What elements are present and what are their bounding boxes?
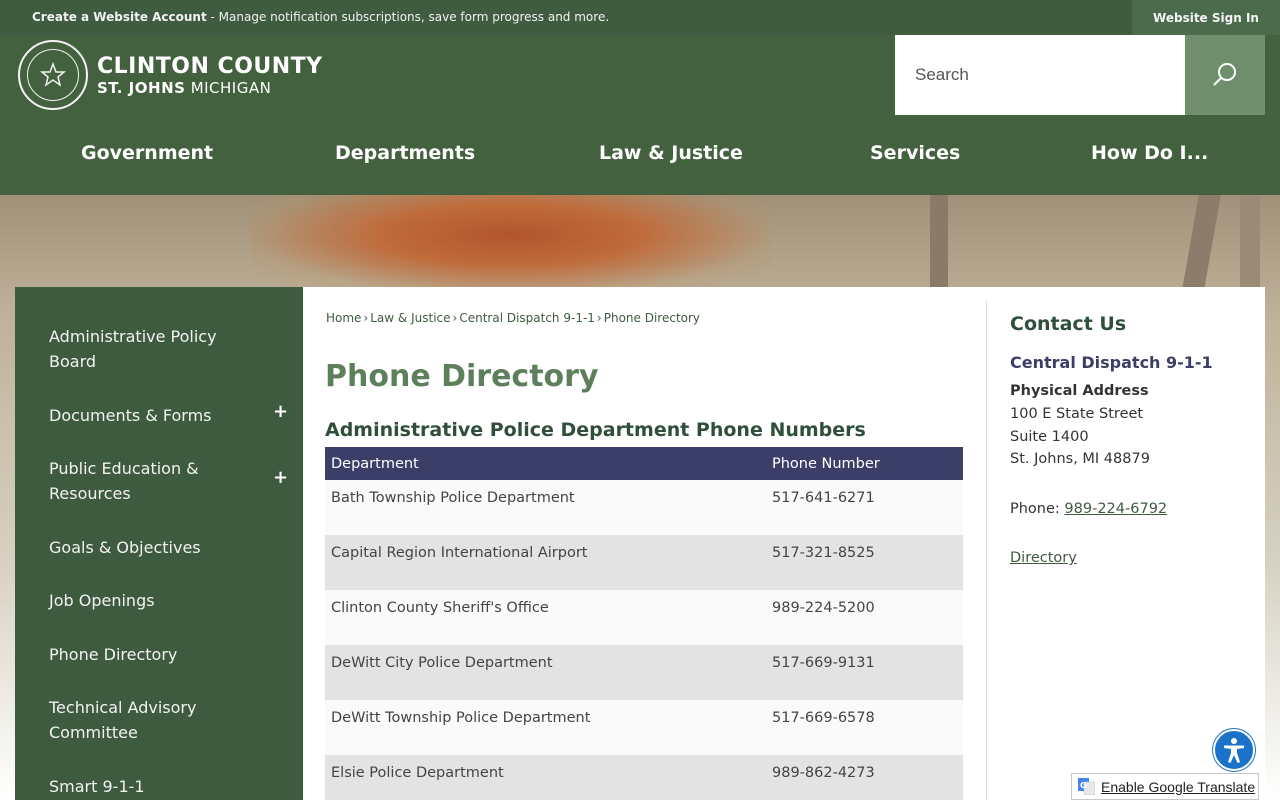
accessibility-icon bbox=[1224, 738, 1244, 763]
department-cell: Bath Township Police Department bbox=[325, 480, 766, 535]
contact-title: Contact Us bbox=[1010, 313, 1127, 335]
tree-trunk bbox=[1181, 195, 1221, 295]
nav-how-do-i[interactable]: How Do I... bbox=[1091, 142, 1208, 164]
address-line: St. Johns, MI 48879 bbox=[1010, 451, 1150, 467]
directory-link[interactable]: Directory bbox=[1010, 550, 1077, 566]
expand-icon[interactable]: + bbox=[273, 401, 288, 422]
phone-line: Phone: 989-224-6792 bbox=[1010, 501, 1167, 517]
seal-emblem bbox=[27, 49, 79, 101]
create-account-label[interactable]: Create a Website Account bbox=[32, 10, 207, 24]
contact-organization: Central Dispatch 9-1-1 bbox=[1010, 353, 1213, 372]
county-name: CLINTON COUNTY bbox=[97, 54, 323, 79]
table-row: Elsie Police Department 989-862-4273 bbox=[325, 755, 963, 800]
breadcrumb-separator: › bbox=[596, 311, 602, 325]
phone-cell: 989-224-5200 bbox=[766, 590, 963, 645]
svg-text:G: G bbox=[1080, 781, 1087, 790]
top-bar: Create a Website Account - Manage notifi… bbox=[0, 0, 1280, 35]
department-cell: DeWitt City Police Department bbox=[325, 645, 766, 700]
accessibility-button[interactable] bbox=[1213, 729, 1255, 771]
sidebar-item-administrative-policy-board[interactable]: Administrative Policy Board bbox=[49, 324, 249, 374]
breadcrumb-home[interactable]: Home bbox=[326, 311, 361, 325]
table-row: Bath Township Police Department 517-641-… bbox=[325, 480, 963, 535]
site-header: CLINTON COUNTY ST. JOHNS MICHIGAN Govern… bbox=[0, 35, 1280, 195]
google-translate-icon: G bbox=[1078, 778, 1096, 796]
directory-line: Directory bbox=[1010, 550, 1077, 566]
tree-trunk bbox=[930, 195, 948, 295]
sidebar-item-documents-forms[interactable]: Documents & Forms bbox=[49, 403, 249, 428]
address-line: Suite 1400 bbox=[1010, 429, 1089, 445]
page-title: Phone Directory bbox=[325, 359, 599, 394]
translate-label: Enable Google Translate bbox=[1101, 778, 1256, 795]
table-row: DeWitt Township Police Department 517-66… bbox=[325, 700, 963, 755]
city-name: ST. JOHNS bbox=[97, 79, 186, 97]
sidebar-item-public-education-resources[interactable]: Public Education & Resources bbox=[49, 456, 249, 506]
department-cell: Elsie Police Department bbox=[325, 755, 766, 800]
department-cell: DeWitt Township Police Department bbox=[325, 700, 766, 755]
column-header-department: Department bbox=[325, 447, 766, 480]
search-button[interactable] bbox=[1185, 35, 1265, 115]
nav-law-justice[interactable]: Law & Justice bbox=[599, 142, 743, 164]
department-cell: Clinton County Sheriff's Office bbox=[325, 590, 766, 645]
section-heading: Administrative Police Department Phone N… bbox=[325, 419, 866, 441]
sidebar-item-goals-objectives[interactable]: Goals & Objectives bbox=[49, 535, 249, 560]
main-nav: Government Departments Law & Justice Ser… bbox=[0, 120, 1280, 190]
state-name: MICHIGAN bbox=[185, 79, 272, 97]
phone-cell: 517-669-9131 bbox=[766, 645, 963, 700]
create-account-link[interactable]: Create a Website Account - Manage notifi… bbox=[32, 10, 609, 24]
create-account-description: - Manage notification subscriptions, sav… bbox=[206, 10, 610, 24]
sidebar-item-job-openings[interactable]: Job Openings bbox=[49, 588, 249, 613]
breadcrumb-separator: › bbox=[363, 311, 369, 325]
site-logo[interactable]: CLINTON COUNTY ST. JOHNS MICHIGAN bbox=[97, 54, 323, 98]
sidebar-item-technical-advisory-committee[interactable]: Technical Advisory Committee bbox=[49, 695, 249, 745]
city-state: ST. JOHNS MICHIGAN bbox=[97, 79, 323, 97]
sidebar-item-smart-911[interactable]: Smart 9-1-1 bbox=[49, 774, 249, 799]
main-content: Home › Law & Justice › Central Dispatch 9-1-… bbox=[303, 287, 1265, 800]
breadcrumb-separator: › bbox=[452, 311, 458, 325]
county-seal-icon[interactable] bbox=[18, 40, 88, 110]
address-line: 100 E State Street bbox=[1010, 406, 1144, 422]
phone-label: Phone: bbox=[1010, 501, 1065, 517]
phone-directory-table: Department Phone Number Bath Township Po… bbox=[325, 447, 963, 800]
table-row: DeWitt City Police Department 517-669-91… bbox=[325, 645, 963, 700]
search-icon bbox=[1213, 63, 1236, 86]
breadcrumb: Home › Law & Justice › Central Dispatch 9-1-… bbox=[326, 311, 700, 325]
search-input[interactable] bbox=[895, 35, 1185, 115]
table-row: Capital Region International Airport 517… bbox=[325, 535, 963, 590]
table-row: Clinton County Sheriff's Office 989-224-… bbox=[325, 590, 963, 645]
phone-link[interactable]: 989-224-6792 bbox=[1064, 501, 1167, 517]
phone-cell: 517-669-6578 bbox=[766, 700, 963, 755]
column-header-phone: Phone Number bbox=[766, 447, 963, 480]
autumn-foliage bbox=[250, 195, 770, 295]
nav-departments[interactable]: Departments bbox=[335, 142, 475, 164]
department-cell: Capital Region International Airport bbox=[325, 535, 766, 590]
sidebar-item-phone-directory[interactable]: Phone Directory bbox=[49, 642, 249, 667]
address-label: Physical Address bbox=[1010, 383, 1149, 399]
section-sidebar: Administrative Policy Board Documents & … bbox=[15, 287, 303, 800]
table-header-row: Department Phone Number bbox=[325, 447, 963, 480]
expand-icon[interactable]: + bbox=[273, 467, 288, 488]
phone-cell: 517-321-8525 bbox=[766, 535, 963, 590]
google-translate-button[interactable]: G Enable Google Translate bbox=[1071, 773, 1259, 800]
website-sign-in-button[interactable]: Website Sign In bbox=[1132, 0, 1280, 35]
nav-services[interactable]: Services bbox=[870, 142, 960, 164]
breadcrumb-central-dispatch[interactable]: Central Dispatch 9-1-1 bbox=[459, 311, 595, 325]
phone-cell: 989-862-4273 bbox=[766, 755, 963, 800]
breadcrumb-current: Phone Directory bbox=[603, 311, 701, 325]
tree-trunk bbox=[1240, 195, 1260, 295]
nav-government[interactable]: Government bbox=[81, 142, 213, 164]
phone-cell: 517-641-6271 bbox=[766, 480, 963, 535]
breadcrumb-law-justice[interactable]: Law & Justice bbox=[370, 311, 450, 325]
column-divider bbox=[986, 301, 987, 800]
